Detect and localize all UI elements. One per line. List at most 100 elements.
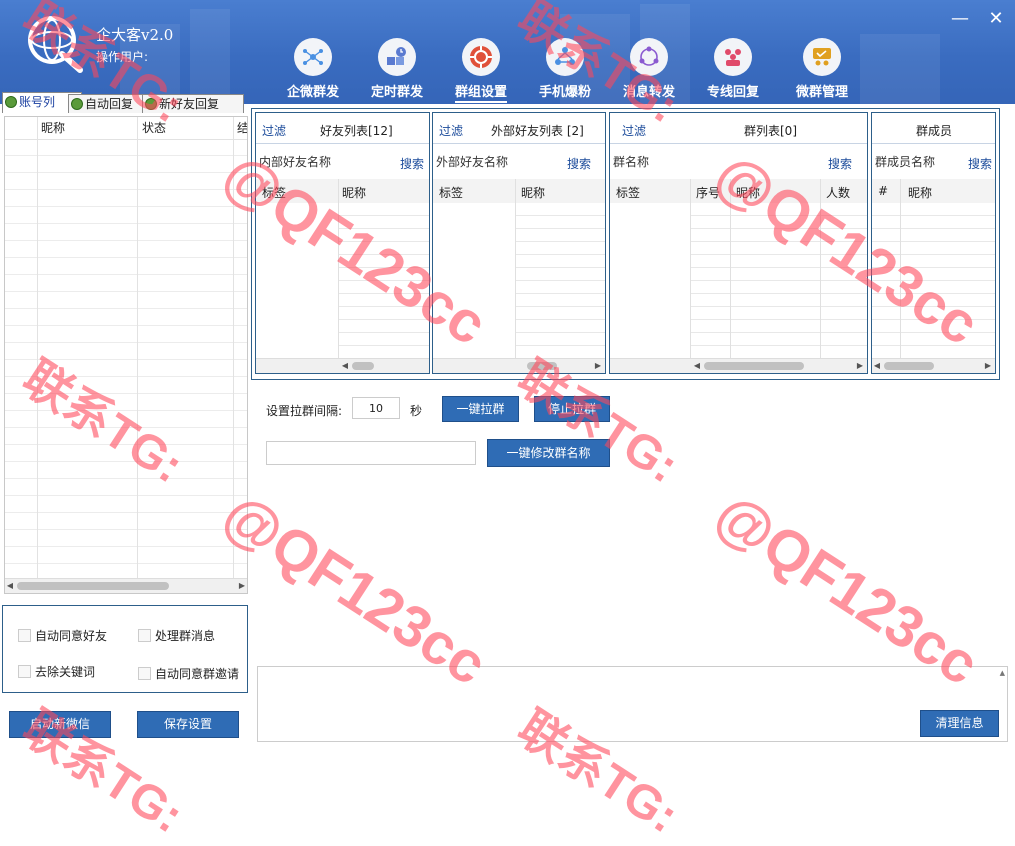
nav-label: 微群管理: [795, 85, 848, 100]
group-members-title: 群成员: [916, 124, 953, 138]
external-grid[interactable]: 标签 昵称 ▶: [433, 179, 605, 373]
checkbox-box[interactable]: [18, 629, 31, 642]
people-triangle-icon: [546, 38, 584, 76]
scroll-right-icon[interactable]: ▶: [237, 579, 247, 593]
col-divider: [515, 179, 516, 359]
col-divider: [37, 117, 38, 579]
seconds-label: 秒: [410, 404, 423, 418]
friends-filter-button[interactable]: 过滤: [262, 122, 286, 139]
checkbox-box[interactable]: [18, 665, 31, 678]
scroll-thumb[interactable]: [352, 362, 374, 370]
groups-filter-button[interactable]: 过滤: [622, 122, 646, 139]
start-wechat-button[interactable]: 启动新微信: [9, 711, 111, 738]
col-header-nickname: 昵称: [908, 186, 933, 200]
left-tab-strip: 账号列 自动回复 新好友回复: [0, 92, 250, 116]
friends-name-label: 内部好友名称: [259, 155, 332, 169]
group-members-panel: 群成员 群成员名称 搜索 # 昵称 ◀ ▶: [871, 112, 996, 374]
nav-label: 定时群发: [370, 85, 423, 100]
pull-interval-label: 设置拉群间隔:: [266, 404, 343, 418]
tab-new-friend-reply[interactable]: 新好友回复: [142, 94, 244, 113]
network-icon: [294, 38, 332, 76]
horizontal-scrollbar[interactable]: ◀ ▶: [872, 358, 995, 373]
team-icon: [714, 38, 752, 76]
tab-label: 自动回复: [85, 97, 134, 111]
scroll-left-icon[interactable]: ◀: [5, 579, 15, 593]
scroll-right-icon[interactable]: ▶: [593, 359, 603, 373]
close-button[interactable]: ✕: [986, 8, 1006, 29]
col-divider: [137, 117, 138, 579]
stop-pull-button[interactable]: 停止拉群: [534, 396, 610, 422]
scroll-thumb[interactable]: [704, 362, 804, 370]
cycle-users-icon: [630, 38, 668, 76]
nav-scheduled-send[interactable]: 定时群发: [355, 38, 439, 102]
col-header-members: 人数: [826, 186, 851, 200]
handle-group-msg-checkbox[interactable]: 处理群消息: [138, 627, 215, 644]
nav-group-manage[interactable]: 微群管理: [780, 38, 864, 102]
group-name-input[interactable]: [266, 441, 476, 465]
auto-accept-group-invite-checkbox[interactable]: 自动同意群邀请: [138, 665, 239, 682]
checkbox-box[interactable]: [138, 667, 151, 680]
scroll-thumb[interactable]: [884, 362, 934, 370]
col-header-tag: 标签: [616, 186, 641, 200]
horizontal-scrollbar[interactable]: ▶: [433, 358, 605, 373]
refresh-icon: [71, 98, 83, 110]
col-header-nickname: 昵称: [736, 186, 761, 200]
friends-list-title: 好友列表[12]: [320, 124, 393, 138]
grid-header: 标签 序号 昵称 人数: [610, 179, 867, 203]
horizontal-scrollbar[interactable]: ◀: [256, 358, 429, 373]
scroll-left-icon[interactable]: ◀: [340, 359, 350, 373]
nav-label: 手机爆粉: [538, 85, 591, 100]
nav-phone-fans[interactable]: 手机爆粉: [523, 38, 607, 102]
nav-group-settings[interactable]: 群组设置: [439, 38, 523, 103]
account-list-grid[interactable]: 昵称 状态 结 ◀ ▶: [4, 116, 248, 594]
checkbox-box[interactable]: [138, 629, 151, 642]
grid-rows: [5, 139, 247, 579]
operator-label: 操作用户:: [96, 50, 149, 64]
horizontal-scrollbar[interactable]: ◀ ▶: [5, 578, 247, 593]
col-header-extra: 结: [237, 121, 248, 135]
external-friends-panel: 过滤 外部好友列表 [2] 外部好友名称 搜索 标签 昵称 ▶: [432, 112, 606, 374]
group-name-label: 群名称: [613, 155, 650, 169]
tab-label: 账号列: [19, 95, 56, 109]
options-group: 自动同意好友 处理群消息 去除关键词 自动同意群邀请: [2, 605, 248, 693]
col-divider: [690, 179, 691, 359]
col-divider: [730, 179, 731, 359]
external-search-button[interactable]: 搜索: [567, 155, 591, 172]
external-filter-button[interactable]: 过滤: [439, 122, 463, 139]
scroll-up-icon[interactable]: ▲: [1000, 669, 1005, 677]
scroll-left-icon[interactable]: ◀: [872, 359, 882, 373]
refresh-icon: [5, 96, 17, 108]
scroll-right-icon[interactable]: ▶: [855, 359, 865, 373]
groups-grid[interactable]: 标签 序号 昵称 人数 ◀ ▶: [610, 179, 867, 373]
scroll-thumb[interactable]: [17, 582, 169, 590]
remove-keywords-checkbox[interactable]: 去除关键词: [18, 663, 95, 680]
log-textarea[interactable]: ▲: [257, 666, 1008, 742]
member-name-label: 群成员名称: [875, 155, 936, 169]
scroll-right-icon[interactable]: ▶: [983, 359, 993, 373]
nav-dedicated-reply[interactable]: 专线回复: [691, 38, 775, 102]
nav-message-forward[interactable]: 消息转发: [607, 38, 691, 102]
scroll-left-icon[interactable]: ◀: [692, 359, 702, 373]
friends-search-button[interactable]: 搜索: [400, 155, 424, 172]
rename-all-groups-button[interactable]: 一键修改群名称: [487, 439, 610, 467]
groups-search-button[interactable]: 搜索: [828, 155, 852, 172]
friends-grid[interactable]: 标签 昵称 ◀: [256, 179, 429, 373]
title-bar: 企大客v2.0 操作用户: — ✕ 企微群发 定时群发 群组设置 手机爆粉 消息…: [0, 0, 1015, 104]
one-click-pull-button[interactable]: 一键拉群: [442, 396, 519, 422]
scroll-thumb[interactable]: [527, 362, 557, 370]
members-search-button[interactable]: 搜索: [968, 155, 992, 172]
members-grid[interactable]: # 昵称 ◀ ▶: [872, 179, 995, 373]
minimize-button[interactable]: —: [950, 8, 970, 29]
meeting-icon: [803, 38, 841, 76]
friends-list-panel: 过滤 好友列表[12] 内部好友名称 搜索 标签 昵称 ◀: [255, 112, 430, 374]
auto-accept-friend-checkbox[interactable]: 自动同意好友: [18, 627, 107, 644]
grid-rows: [690, 203, 867, 359]
horizontal-scrollbar[interactable]: ◀ ▶: [610, 358, 867, 373]
checkbox-label: 处理群消息: [155, 629, 216, 643]
clear-log-button[interactable]: 清理信息: [920, 710, 999, 737]
pull-interval-input[interactable]: 10: [352, 397, 400, 419]
external-list-title: 外部好友列表 [2]: [491, 124, 584, 138]
clock-boxes-icon: [378, 38, 416, 76]
save-settings-button[interactable]: 保存设置: [137, 711, 239, 738]
nav-mass-send[interactable]: 企微群发: [271, 38, 355, 102]
